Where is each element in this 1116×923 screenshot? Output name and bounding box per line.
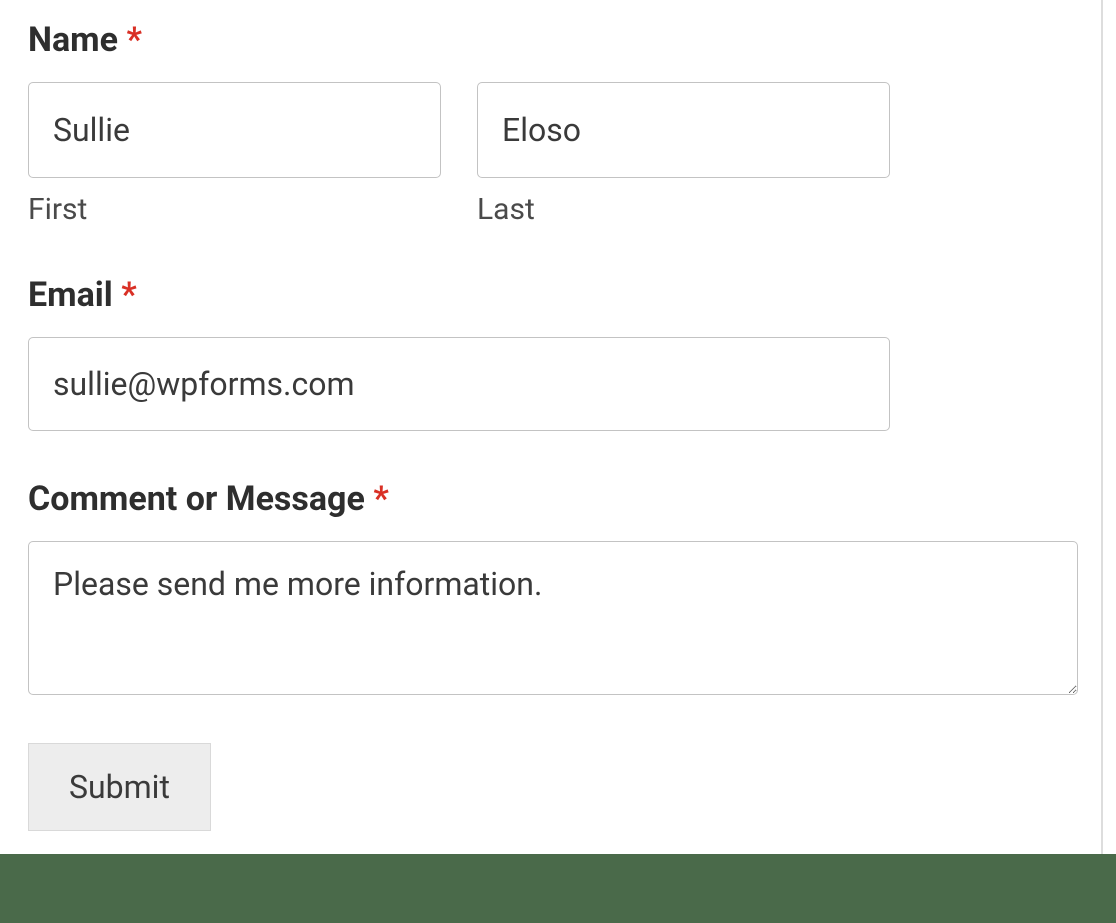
email-label: Email *: [28, 275, 1088, 315]
last-name-sublabel: Last: [477, 192, 890, 227]
right-border-divider: [1101, 0, 1103, 856]
name-label-text: Name: [28, 20, 118, 60]
message-field-group: Comment or Message *: [28, 479, 1088, 699]
first-name-column: First: [28, 82, 441, 227]
last-name-input[interactable]: [477, 82, 890, 178]
first-name-sublabel: First: [28, 192, 441, 227]
name-field-group: Name * First Last: [28, 20, 1088, 227]
name-required-asterisk: *: [126, 20, 141, 60]
footer-bar: [0, 854, 1116, 923]
name-label: Name *: [28, 20, 1088, 60]
email-required-asterisk: *: [121, 275, 136, 315]
email-field-group: Email *: [28, 275, 1088, 431]
last-name-column: Last: [477, 82, 890, 227]
first-name-input[interactable]: [28, 82, 441, 178]
email-input[interactable]: [28, 337, 890, 431]
name-row: First Last: [28, 82, 1088, 227]
email-label-text: Email: [28, 275, 113, 315]
submit-button[interactable]: Submit: [28, 743, 211, 831]
contact-form: Name * First Last Email * Comment or Mes…: [0, 0, 1116, 831]
message-label: Comment or Message *: [28, 479, 1088, 519]
message-label-text: Comment or Message: [28, 479, 365, 519]
message-textarea[interactable]: [28, 541, 1078, 695]
message-required-asterisk: *: [373, 479, 388, 519]
